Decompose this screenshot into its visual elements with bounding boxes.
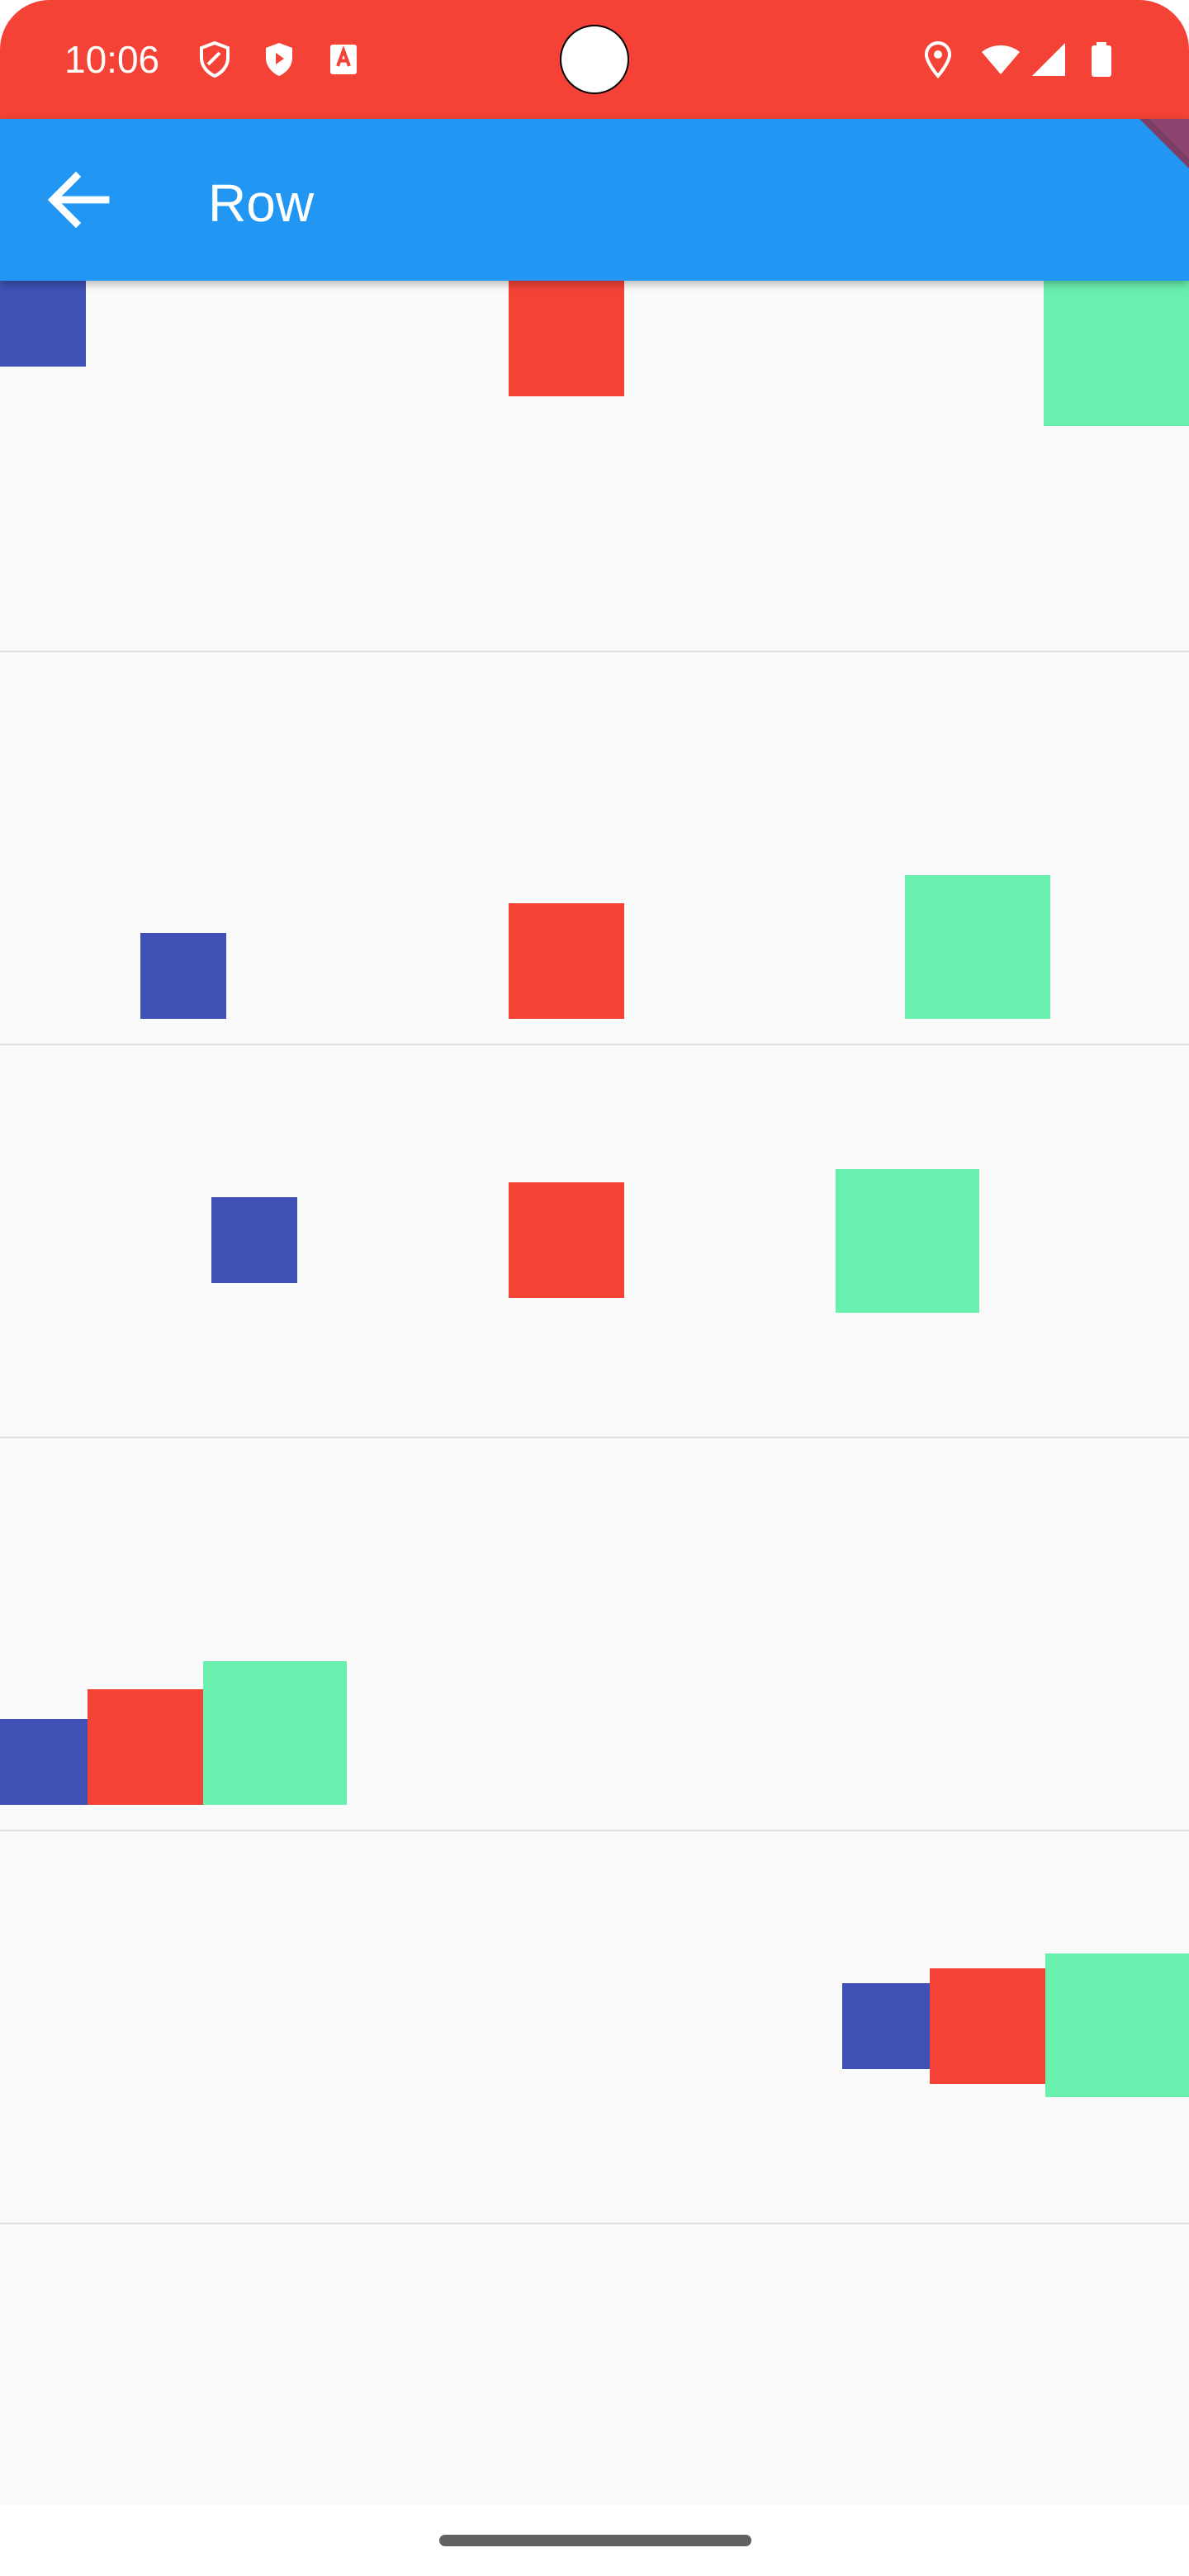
- arrow-left-icon[interactable]: [40, 160, 119, 239]
- debug-banner: [1139, 119, 1189, 168]
- row-1-large-box: [1044, 281, 1189, 426]
- row-2-large-box: [905, 875, 1050, 1019]
- location-pin-icon: [924, 40, 952, 79]
- row-4-large-box: [203, 1661, 347, 1805]
- row-divider: [0, 2223, 1189, 2224]
- row-divider: [0, 1437, 1189, 1438]
- battery-icon: [1092, 42, 1111, 77]
- row-list: [0, 281, 1189, 2505]
- row-divider: [0, 1830, 1189, 1831]
- gesture-nav-handle[interactable]: [439, 2535, 751, 2546]
- app-bar: Row: [0, 119, 1189, 281]
- shield-outline-icon: [200, 40, 230, 78]
- row-5-large-box: [1045, 1953, 1189, 2097]
- row-5-small-box: [842, 1983, 930, 2069]
- page-title: Row: [208, 173, 315, 233]
- row-3-medium-box: [509, 1182, 624, 1298]
- status-time: 10:06: [64, 38, 160, 81]
- row-2-medium-box: [509, 903, 624, 1019]
- row-1-medium-box: [509, 281, 624, 396]
- row-4-medium-box: [88, 1689, 203, 1805]
- row-divider: [0, 1044, 1189, 1045]
- row-divider: [0, 651, 1189, 652]
- font-a-icon: [330, 45, 357, 74]
- cell-signal-icon: [1032, 43, 1065, 76]
- shield-play-icon: [266, 43, 292, 76]
- status-bar: 10:06: [0, 0, 1189, 119]
- row-3-large-box: [836, 1169, 979, 1313]
- wifi-icon: [982, 45, 1020, 74]
- row-5-medium-box: [930, 1968, 1045, 2084]
- row-1-small-box: [0, 281, 86, 367]
- row-4-small-box: [0, 1719, 88, 1805]
- row-2-small-box: [140, 933, 226, 1019]
- row-3-small-box: [211, 1197, 297, 1283]
- camera-cutout: [560, 25, 629, 94]
